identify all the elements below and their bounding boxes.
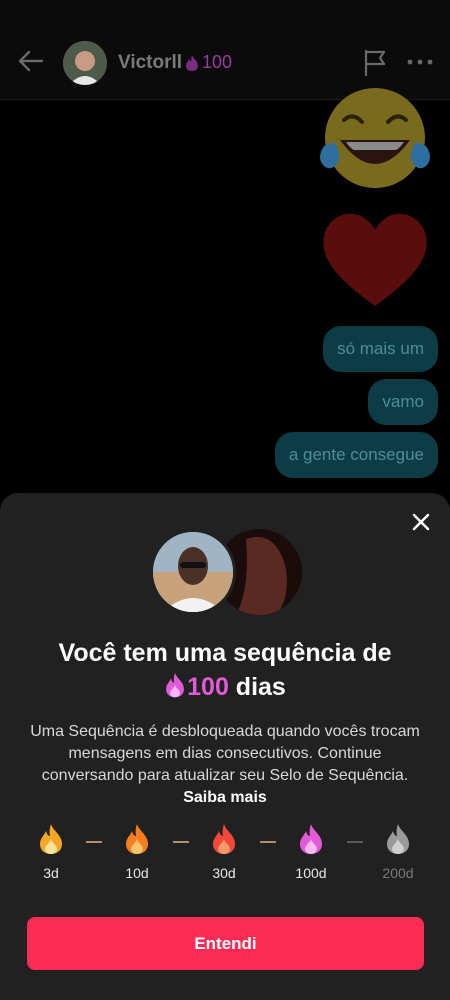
flame-icon [126,824,148,854]
milestone-label: 200d [382,865,414,881]
heart-emoji-icon [323,213,427,306]
flame-icon [186,54,198,71]
milestone-row: 3d 10d 30d 100d 200d [0,823,450,893]
message-text: vamo [382,392,424,411]
flame-icon [40,824,62,854]
milestone-divider [260,841,276,843]
title-count-line: 100 dias [0,670,450,704]
message-text: a gente consegue [288,445,424,464]
milestone-divider [347,841,363,843]
flag-icon[interactable] [362,48,388,76]
milestone-label: 3d [43,865,59,881]
sheet-title: Você tem uma sequência de 100 dias [0,636,450,704]
milestone-label: 30d [212,865,236,881]
flame-icon [213,824,235,854]
message-bubble[interactable]: a gente consegue [274,432,438,478]
contact-name[interactable]: Victorll [118,52,182,74]
streak-sheet: Você tem uma sequência de 100 dias Uma S… [0,493,450,1000]
milestone-label: 10d [125,865,149,881]
message-bubble[interactable]: vamo [368,379,438,425]
milestone-3d: 3d [21,823,81,881]
streak-badge[interactable]: 100 [185,52,232,73]
back-arrow-icon[interactable] [16,46,46,76]
description-text: Uma Sequência é desbloqueada quando você… [30,723,420,784]
flame-icon [166,672,185,698]
message-bubble[interactable]: só mais um [323,326,438,372]
message-text: só mais um [337,339,424,358]
milestone-200d: 200d [368,823,428,881]
milestone-label: 100d [295,865,327,881]
streak-days: 100 [187,673,229,701]
laughing-emoji-icon [320,88,430,188]
sheet-description: Uma Sequência é desbloqueada quando você… [30,721,420,809]
flame-icon [387,824,409,854]
milestone-30d: 30d [194,823,254,881]
streak-count: 100 [202,52,233,72]
more-options-icon[interactable] [406,52,434,72]
milestone-100d: 100d [281,823,341,881]
close-icon[interactable] [410,511,432,533]
user-avatar [150,529,236,615]
learn-more-link[interactable]: Saiba mais [183,789,267,806]
got-it-button[interactable]: Entendi [27,917,424,970]
milestone-divider [86,841,102,843]
title-suffix: dias [228,673,286,701]
title-line: Você tem uma sequência de [58,639,392,667]
milestone-10d: 10d [107,823,167,881]
milestone-divider [173,841,189,843]
flame-icon [300,824,322,854]
avatar[interactable] [63,41,107,85]
